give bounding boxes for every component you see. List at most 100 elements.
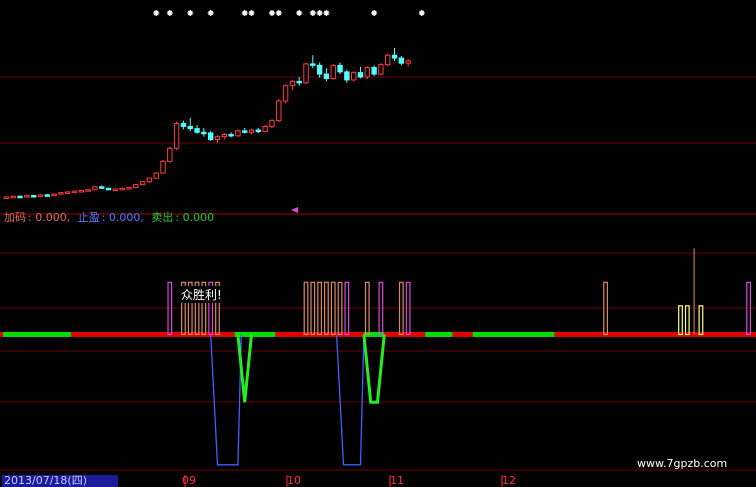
axis-segment-4 [425, 331, 453, 337]
indicator-panel [0, 248, 756, 487]
legend-zhiying: 止盈: 0.000, [78, 211, 146, 224]
candle-body-39 [269, 120, 275, 127]
candle-body-49 [337, 64, 343, 73]
candle-body-30 [207, 132, 214, 141]
candle-body-1 [10, 195, 16, 199]
candle-body-28 [194, 128, 200, 133]
stock-chart [0, 10, 756, 487]
candle-body-29 [201, 131, 207, 135]
candle-body-18 [126, 187, 132, 190]
axis-segment-5 [472, 331, 555, 337]
candle-body-46 [316, 64, 323, 75]
candle-body-3 [24, 195, 30, 198]
candle-body-38 [262, 125, 268, 133]
indicator-bar-22 [698, 305, 704, 336]
candle-body-25 [173, 123, 180, 149]
candle-body-11 [78, 189, 85, 193]
signal-marker-10 [316, 10, 323, 16]
indicator-legend: 加码: 0.000, 止盈: 0.000, 卖出: 0.000 [4, 211, 218, 225]
candle-body-51 [350, 72, 357, 81]
candle-body-35 [242, 130, 248, 133]
green-line-2 [362, 334, 386, 404]
signal-marker-1 [166, 10, 173, 16]
candle-body-57 [391, 54, 398, 59]
candle-body-48 [330, 64, 336, 79]
blue-line-1 [210, 334, 242, 466]
candle-body-27 [187, 125, 193, 130]
candle-body-55 [378, 64, 384, 75]
legend-jiama-label: 加码 [4, 211, 26, 224]
blue-line-2 [335, 334, 365, 466]
candle-body-50 [344, 71, 350, 81]
candle-body-19 [133, 184, 139, 189]
signal-marker-2 [187, 10, 194, 16]
candle-body-56 [385, 54, 391, 66]
candle-body-59 [405, 60, 411, 64]
candlestick-series [3, 47, 411, 199]
candle-body-24 [167, 147, 173, 162]
legend-zhiying-label: 止盈 [77, 211, 100, 224]
month-label-10: 10 [287, 474, 301, 487]
legend-jiama: 加码: 0.000, [4, 211, 72, 224]
candle-body-16 [112, 188, 119, 191]
signal-marker-9 [309, 10, 316, 16]
candle-body-32 [221, 133, 227, 138]
indicator-bar-19 [678, 305, 683, 336]
candle-body-45 [310, 63, 316, 66]
candle-body-9 [64, 191, 71, 194]
indicator-bar-20 [684, 305, 690, 336]
signal-marker-7 [275, 10, 282, 16]
candle-body-12 [85, 189, 91, 192]
candle-body-44 [303, 63, 309, 84]
candle-body-13 [92, 186, 98, 191]
legend-zhiying-value: : 0.000, [101, 211, 144, 224]
candle-body-2 [17, 195, 23, 199]
candle-body-36 [248, 129, 255, 133]
candle-body-5 [37, 194, 44, 197]
month-label-09: 09 [182, 474, 196, 487]
candle-body-31 [214, 136, 221, 141]
candle-body-20 [139, 181, 146, 186]
legend-maichu: 卖出: 0.000 [151, 211, 216, 224]
axis-segment-1 [37, 331, 72, 337]
candle-body-26 [180, 123, 187, 127]
cursor-date-box: 2013/07/18(四) [2, 475, 118, 487]
signal-marker-4 [241, 10, 248, 16]
candle-body-40 [276, 100, 282, 122]
legend-maichu-label: 卖出 [151, 211, 174, 224]
candle-body-10 [71, 190, 78, 194]
month-label-11: 11 [390, 474, 404, 487]
candle-body-0 [3, 196, 10, 199]
signal-marker-3 [207, 10, 214, 16]
signal-marker-12 [371, 10, 378, 16]
candle-body-41 [282, 85, 289, 102]
win-annotation: 众胜利! [180, 286, 223, 303]
axis-segment-0 [3, 331, 38, 337]
candle-body-43 [296, 80, 302, 84]
candle-body-8 [58, 192, 64, 195]
candle-body-4 [30, 195, 37, 198]
candle-body-37 [255, 129, 262, 133]
candle-body-42 [289, 80, 296, 87]
candle-body-47 [323, 73, 330, 79]
candle-body-34 [235, 130, 241, 137]
signal-marker-13 [418, 10, 425, 16]
candle-body-6 [44, 194, 50, 197]
candle-body-33 [228, 133, 234, 137]
candle-body-7 [51, 193, 57, 197]
candle-body-17 [119, 187, 125, 191]
signal-marker-5 [248, 10, 255, 16]
candle-body-54 [371, 67, 377, 75]
chart-grid [0, 76, 756, 471]
candle-body-52 [357, 72, 364, 78]
watermark: www.7gpzb.com [637, 457, 728, 470]
candle-body-58 [398, 57, 405, 64]
signal-marker-8 [296, 10, 303, 16]
candle-body-53 [364, 67, 370, 78]
candle-body-23 [160, 160, 166, 174]
cursor-arrow-icon [291, 207, 298, 213]
candle-body-15 [105, 187, 112, 191]
candle-body-22 [153, 172, 159, 179]
legend-maichu-value: : 0.000 [175, 211, 215, 224]
signal-marker-6 [268, 10, 275, 16]
